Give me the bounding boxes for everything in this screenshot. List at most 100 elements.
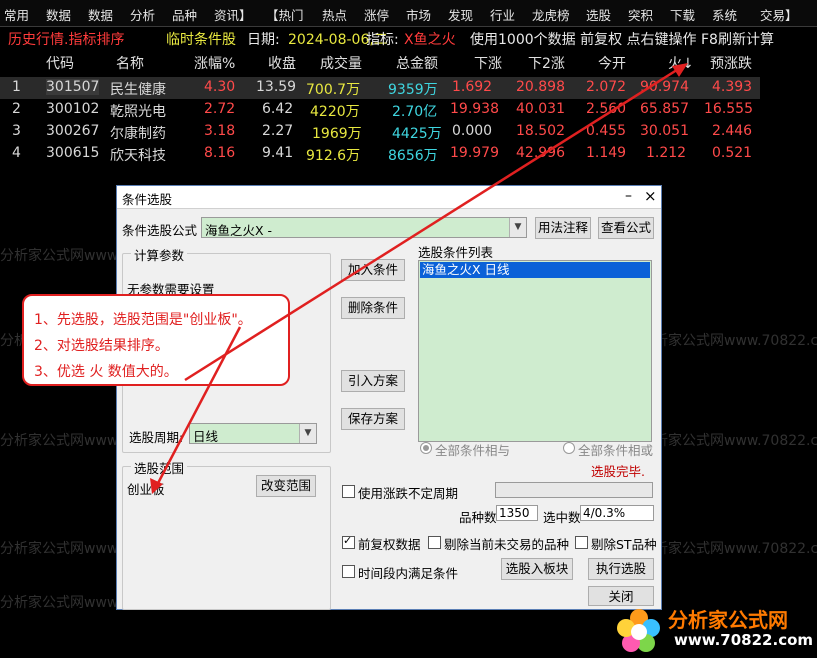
menu-item[interactable]: 常用 xyxy=(4,5,29,24)
exclude-st-checkbox[interactable] xyxy=(575,536,588,549)
down2: 42.996 xyxy=(516,145,565,161)
menu-item[interactable]: 分析 xyxy=(130,5,155,24)
open-price: 2.560 xyxy=(586,101,627,117)
radio-and[interactable] xyxy=(420,442,432,454)
table-row[interactable]: 4 300615 欣天科技 8.16 9.41 912.6万 8656万 19.… xyxy=(0,143,760,165)
col-header[interactable]: 预涨跌 xyxy=(710,53,752,73)
view-mode: 历史行情.指标排序 xyxy=(8,32,125,48)
col-header[interactable]: 总金额 xyxy=(396,53,438,73)
radio-or[interactable] xyxy=(563,442,575,454)
stock-name: 欣天科技 xyxy=(110,148,166,164)
radio-or-label: 全部条件相或 xyxy=(578,443,654,458)
dialog-titlebar[interactable]: 条件选股 – × xyxy=(117,186,661,209)
menu-item[interactable]: 数据 xyxy=(88,5,113,24)
menu-item[interactable]: 市场 xyxy=(406,5,431,24)
site-logo: 分析家公式网 www.70822.com xyxy=(610,604,817,658)
list-item[interactable]: 海鱼之火X 日线 xyxy=(420,262,650,278)
close-price: 9.41 xyxy=(262,145,294,161)
open-price: 1.149 xyxy=(586,145,627,161)
run-selection-button[interactable]: 执行选股 xyxy=(588,558,654,580)
col-header[interactable]: 火↓ xyxy=(668,53,694,73)
annotation-line: 1、先选股，选股范围是"创业板"。 xyxy=(34,312,252,328)
logo-url: www.70822.com xyxy=(674,631,814,649)
menu-item[interactable]: 【热门 xyxy=(266,5,304,24)
menu-item[interactable]: 龙虎榜 xyxy=(532,5,570,24)
col-header[interactable]: 涨幅% xyxy=(194,53,235,73)
chevron-down-icon[interactable]: ▼ xyxy=(509,218,526,237)
amount: 2.70亿 xyxy=(392,104,438,120)
amount: 9359万 xyxy=(388,82,438,98)
import-plan-button[interactable]: 引入方案 xyxy=(341,370,405,392)
view-formula-button[interactable]: 查看公式 xyxy=(598,217,654,239)
chevron-down-icon[interactable]: ▼ xyxy=(299,424,316,443)
menu-item[interactable]: 选股 xyxy=(586,5,611,24)
menu-item[interactable]: 下载 xyxy=(670,5,695,24)
annotation-line: 3、优选 火 数值大的。 xyxy=(34,364,178,380)
col-header[interactable]: 收盘 xyxy=(268,53,296,73)
menu-item[interactable]: 品种 xyxy=(172,5,197,24)
volume: 1969万 xyxy=(312,126,362,142)
menu-item[interactable]: 系统 xyxy=(712,5,737,24)
period-range-field[interactable] xyxy=(495,482,653,498)
count-field: 1350 xyxy=(496,505,538,521)
col-header[interactable]: 今开 xyxy=(598,53,626,73)
stock-name: 尔康制药 xyxy=(110,126,166,142)
menu-item[interactable]: 交易】 xyxy=(760,5,798,24)
adjusted-data-checkbox[interactable] xyxy=(342,534,355,549)
date-label: 日期: xyxy=(247,32,280,48)
menu-item[interactable]: 发现 xyxy=(448,5,473,24)
formula-value: 海鱼之火X - xyxy=(205,223,273,238)
period-label: 选股周期: xyxy=(129,430,184,445)
change-pct: 2.72 xyxy=(204,101,236,117)
delete-condition-button[interactable]: 删除条件 xyxy=(341,297,405,319)
col-header[interactable]: 代码 xyxy=(46,53,74,73)
period-condition-checkbox[interactable] xyxy=(342,565,355,578)
table-row[interactable]: 2 300102 乾照光电 2.72 6.42 4220万 2.70亿 19.9… xyxy=(0,99,760,121)
menu-item[interactable]: 数据 xyxy=(46,5,71,24)
change-range-button[interactable]: 改变范围 xyxy=(256,475,316,497)
add-condition-button[interactable]: 加入条件 xyxy=(341,259,405,281)
top-menu-bar: 常用 数据 数据 分析 品种 资讯】 【热门 热点 涨停 市场 发现 行业 龙虎… xyxy=(0,0,817,27)
down1: 1.692 xyxy=(452,79,493,95)
use-period-checkbox[interactable] xyxy=(342,485,355,498)
minimize-icon[interactable]: – xyxy=(625,188,632,204)
hint-text: 使用1000个数据 前复权 点右键操作 F8刷新计算 xyxy=(470,32,774,48)
menu-item[interactable]: 资讯】 xyxy=(214,5,252,24)
close-button[interactable]: 关闭 xyxy=(588,586,654,606)
selected-field: 4/0.3% xyxy=(580,505,654,521)
indicator-label: 指标: xyxy=(366,32,399,48)
temp-label: 临时条件股 xyxy=(166,32,236,48)
predicted-change: 2.446 xyxy=(712,123,753,139)
watermark: 分析家公式网www.70822.com xyxy=(640,541,817,557)
col-header[interactable]: 成交量 xyxy=(320,53,362,73)
col-header[interactable]: 下2涨 xyxy=(528,53,565,73)
col-header[interactable]: 下涨 xyxy=(474,53,502,73)
stock-code: 300615 xyxy=(46,145,100,161)
close-price: 13.59 xyxy=(256,79,297,95)
formula-select[interactable]: 海鱼之火X - ▼ xyxy=(201,217,527,238)
fire-value: 90.974 xyxy=(640,79,689,95)
amount: 4425万 xyxy=(392,126,442,142)
menu-item[interactable]: 热点 xyxy=(322,5,347,24)
stock-code: 300102 xyxy=(46,101,100,117)
col-header[interactable]: 名称 xyxy=(116,53,144,73)
add-to-block-button[interactable]: 选股入板块 xyxy=(501,558,573,580)
exclude-untraded-checkbox[interactable] xyxy=(428,536,441,549)
exclude-untraded-label: 剔除当前未交易的品种 xyxy=(444,537,570,552)
table-row[interactable]: 3 300267 尔康制药 3.18 2.27 1969万 4425万 0.00… xyxy=(0,121,760,143)
menu-item[interactable]: 行业 xyxy=(490,5,515,24)
menu-item[interactable]: 涨停 xyxy=(364,5,389,24)
period-select[interactable]: 日线 ▼ xyxy=(189,423,317,444)
usage-notes-button[interactable]: 用法注释 xyxy=(535,217,591,239)
selected-label: 选中数 xyxy=(543,510,581,525)
down2: 18.502 xyxy=(516,123,565,139)
condition-list[interactable]: 海鱼之火X 日线 xyxy=(418,260,652,442)
row-index: 1 xyxy=(12,79,21,95)
save-plan-button[interactable]: 保存方案 xyxy=(341,408,405,430)
row-index: 2 xyxy=(12,101,21,117)
table-row[interactable]: 1 301507 民生健康 4.30 13.59 700.7万 9359万 1.… xyxy=(0,77,760,99)
close-icon[interactable]: × xyxy=(644,187,657,205)
menu-item[interactable]: 突积 xyxy=(628,5,653,24)
down1: 19.938 xyxy=(450,101,499,117)
period-condition-label: 时间段内满足条件 xyxy=(358,566,459,581)
